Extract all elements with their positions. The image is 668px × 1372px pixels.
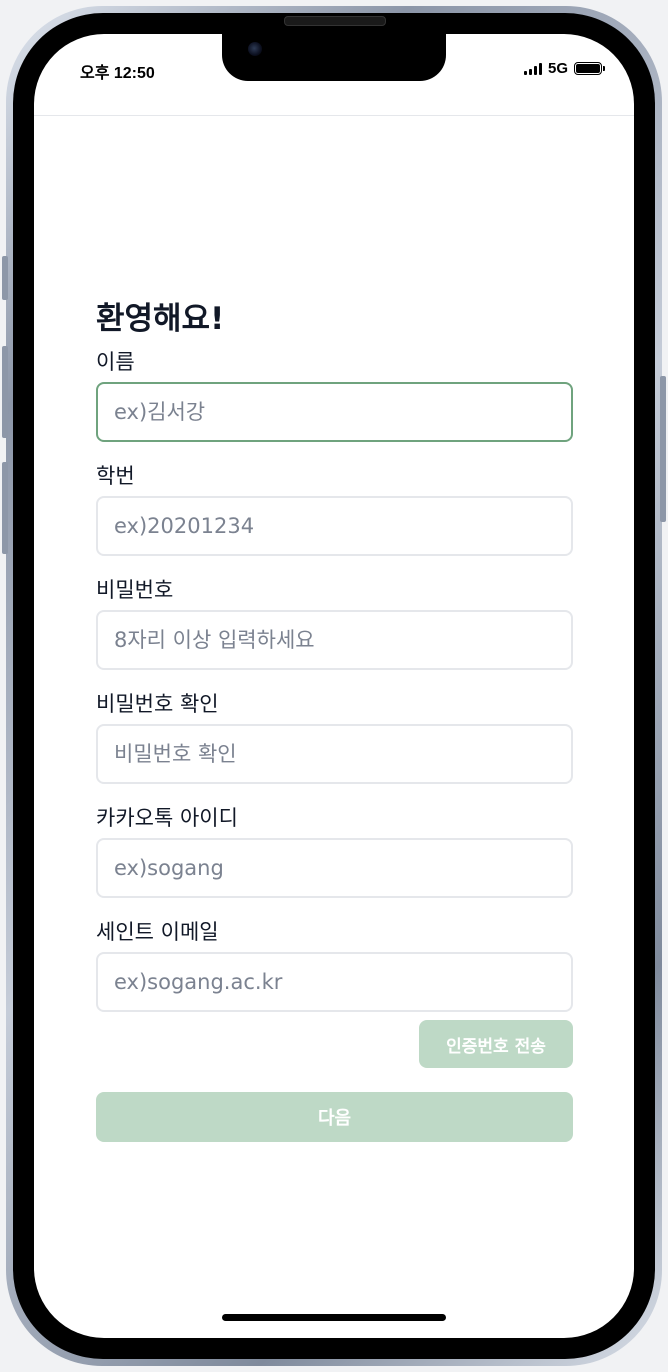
saint-email-input[interactable] [96,952,573,1012]
volume-up-button [2,346,8,438]
password-confirm-label: 비밀번호 확인 [96,692,219,716]
saint-email-label: 세인트 이메일 [96,920,219,944]
password-confirm-input[interactable] [96,724,573,784]
signal-icon [523,62,542,75]
page-title: 환영해요! [96,301,225,337]
send-code-row: 인증번호 전송 [96,1020,573,1068]
battery-icon [574,62,605,75]
password-input[interactable] [96,610,573,670]
home-indicator [222,1314,446,1321]
status-indicators: 5G [523,60,605,77]
student-id-input[interactable] [96,496,573,556]
name-label: 이름 [96,350,135,374]
header-divider [34,115,634,116]
send-code-button[interactable]: 인증번호 전송 [419,1020,573,1068]
kakao-id-label: 카카오톡 아이디 [96,806,238,830]
signup-form: 환영해요! 이름 학번 비밀번호 비밀번호 확인 카카오톡 아이디 세인트 이메… [96,296,573,1142]
battery-level [576,64,600,73]
network-type: 5G [547,60,568,77]
speaker-slot [284,16,386,26]
kakao-id-input[interactable] [96,838,573,898]
password-label: 비밀번호 [96,578,174,602]
volume-down-button [2,462,8,554]
next-button[interactable]: 다음 [96,1092,573,1142]
camera-icon [248,42,262,56]
notch [222,34,446,81]
name-input[interactable] [96,382,573,442]
power-button [660,376,666,522]
student-id-label: 학번 [96,464,135,488]
screen: 오후 12:50 5G 환영해요! 이름 학번 비밀번호 비밀번호 확인 카카오… [34,34,634,1338]
status-time: 오후 12:50 [80,65,155,82]
mute-switch [2,256,8,300]
